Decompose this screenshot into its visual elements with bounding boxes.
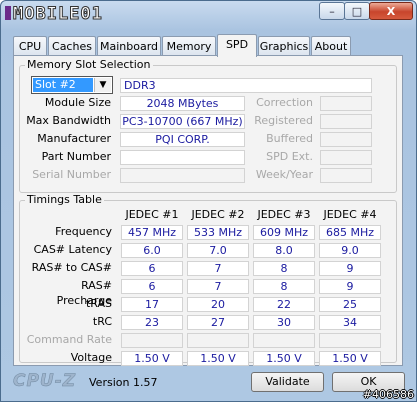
part-number-label: Part Number (41, 150, 111, 163)
week-year-value (320, 168, 372, 183)
memory-type-value: DDR3 (120, 78, 372, 93)
timing-cell: 8.0 (253, 243, 315, 258)
tab-about[interactable]: About (311, 36, 351, 55)
timing-cell: 8 (253, 279, 315, 294)
slot-select-value: Slot #2 (33, 78, 93, 92)
timing-cell: 7.0 (187, 243, 249, 258)
timing-cell: 9.0 (319, 243, 381, 258)
minimize-button[interactable]: – (319, 2, 345, 20)
correction-label: Correction (256, 96, 313, 109)
spd-panel: Memory Slot Selection Slot #2 ▼ DDR3 Mod… (13, 55, 403, 366)
timings-group-title: Timings Table (25, 193, 104, 207)
close-button[interactable]: X (369, 2, 413, 20)
timing-cell: 1.50 V (187, 351, 249, 366)
jedec-3-header: JEDEC #3 (257, 208, 311, 221)
tab-memory[interactable]: Memory (162, 36, 216, 55)
timing-row-label: tRC (92, 315, 112, 328)
buffered-value (320, 132, 372, 147)
title-bar[interactable]: MOBILE01 – □ X (1, 1, 416, 29)
slot-select[interactable]: Slot #2 ▼ (31, 76, 113, 94)
tab-cpu[interactable]: CPU (13, 36, 47, 55)
tab-mainboard[interactable]: Mainboard (97, 36, 161, 55)
registered-value (320, 114, 372, 129)
timing-cell (253, 333, 315, 348)
manufacturer-label: Manufacturer (37, 132, 111, 145)
timing-cell: 9 (319, 261, 381, 276)
tab-caches[interactable]: Caches (48, 36, 96, 55)
timing-cell: 34 (319, 315, 381, 330)
timing-cell (319, 333, 381, 348)
jedec-4-header: JEDEC #4 (323, 208, 377, 221)
timing-cell: 7 (187, 261, 249, 276)
cpuz-brand-logo: CPU-Z (13, 371, 77, 392)
memory-slot-group: Memory Slot Selection Slot #2 ▼ DDR3 Mod… (19, 58, 397, 193)
timing-row-label: Voltage (70, 351, 112, 364)
timings-group: Timings Table JEDEC #1 JEDEC #2 JEDEC #3… (19, 193, 397, 366)
timing-cell: 27 (187, 315, 249, 330)
timing-cell: 9 (319, 279, 381, 294)
timing-row-label: tRAS (85, 297, 112, 310)
max-bandwidth-label: Max Bandwidth (26, 114, 111, 127)
week-year-label: Week/Year (255, 168, 313, 181)
timing-cell (121, 333, 183, 348)
watermark: #406586 (362, 388, 414, 401)
timing-cell: 609 MHz (253, 225, 315, 240)
timing-cell: 457 MHz (121, 225, 183, 240)
manufacturer-value: PQI CORP. (120, 132, 245, 147)
jedec-1-header: JEDEC #1 (125, 208, 179, 221)
timing-cell: 6 (121, 279, 183, 294)
validate-button[interactable]: Validate (251, 372, 324, 392)
registered-label: Registered (254, 114, 313, 127)
timing-cell: 6.0 (121, 243, 183, 258)
timing-cell: 25 (319, 297, 381, 312)
timing-cell: 22 (253, 297, 315, 312)
timing-cell (187, 333, 249, 348)
tab-spd[interactable]: SPD (217, 34, 257, 57)
version-label: Version 1.57 (89, 376, 158, 389)
part-number-value (120, 150, 245, 165)
chevron-down-icon[interactable]: ▼ (94, 78, 111, 92)
timing-cell: 1.50 V (253, 351, 315, 366)
serial-number-label: Serial Number (32, 168, 111, 181)
correction-value (320, 96, 372, 111)
buffered-label: Buffered (266, 132, 313, 145)
timing-cell: 6 (121, 261, 183, 276)
timing-cell: 23 (121, 315, 183, 330)
module-size-label: Module Size (44, 96, 111, 109)
timing-cell: 17 (121, 297, 183, 312)
timing-cell: 1.50 V (121, 351, 183, 366)
tab-graphics[interactable]: Graphics (258, 36, 310, 55)
timing-cell: 685 MHz (319, 225, 381, 240)
timing-row-label: Command Rate (26, 333, 112, 346)
timing-row-label: Frequency (55, 225, 112, 238)
cpuz-window: MOBILE01 – □ X CPU Caches Mainboard Memo… (0, 0, 417, 402)
jedec-2-header: JEDEC #2 (191, 208, 245, 221)
serial-number-value (120, 168, 245, 183)
spd-ext-value (320, 150, 372, 165)
mobile01-logo: MOBILE01 (5, 4, 125, 25)
maximize-button[interactable]: □ (344, 2, 370, 20)
timing-cell: 7 (187, 279, 249, 294)
timing-cell: 30 (253, 315, 315, 330)
timing-row-label: CAS# Latency (33, 243, 112, 256)
timing-cell: 8 (253, 261, 315, 276)
timing-cell: 1.50 V (319, 351, 381, 366)
bottom-bar: CPU-Z Version 1.57 Validate OK (1, 369, 416, 397)
module-size-value: 2048 MBytes (120, 96, 245, 111)
max-bandwidth-value: PC3-10700 (667 MHz) (120, 114, 245, 129)
memory-slot-group-title: Memory Slot Selection (25, 58, 153, 72)
timing-cell: 533 MHz (187, 225, 249, 240)
timing-row-label: RAS# to CAS# (31, 261, 112, 274)
spd-ext-label: SPD Ext. (266, 150, 313, 163)
timing-cell: 20 (187, 297, 249, 312)
